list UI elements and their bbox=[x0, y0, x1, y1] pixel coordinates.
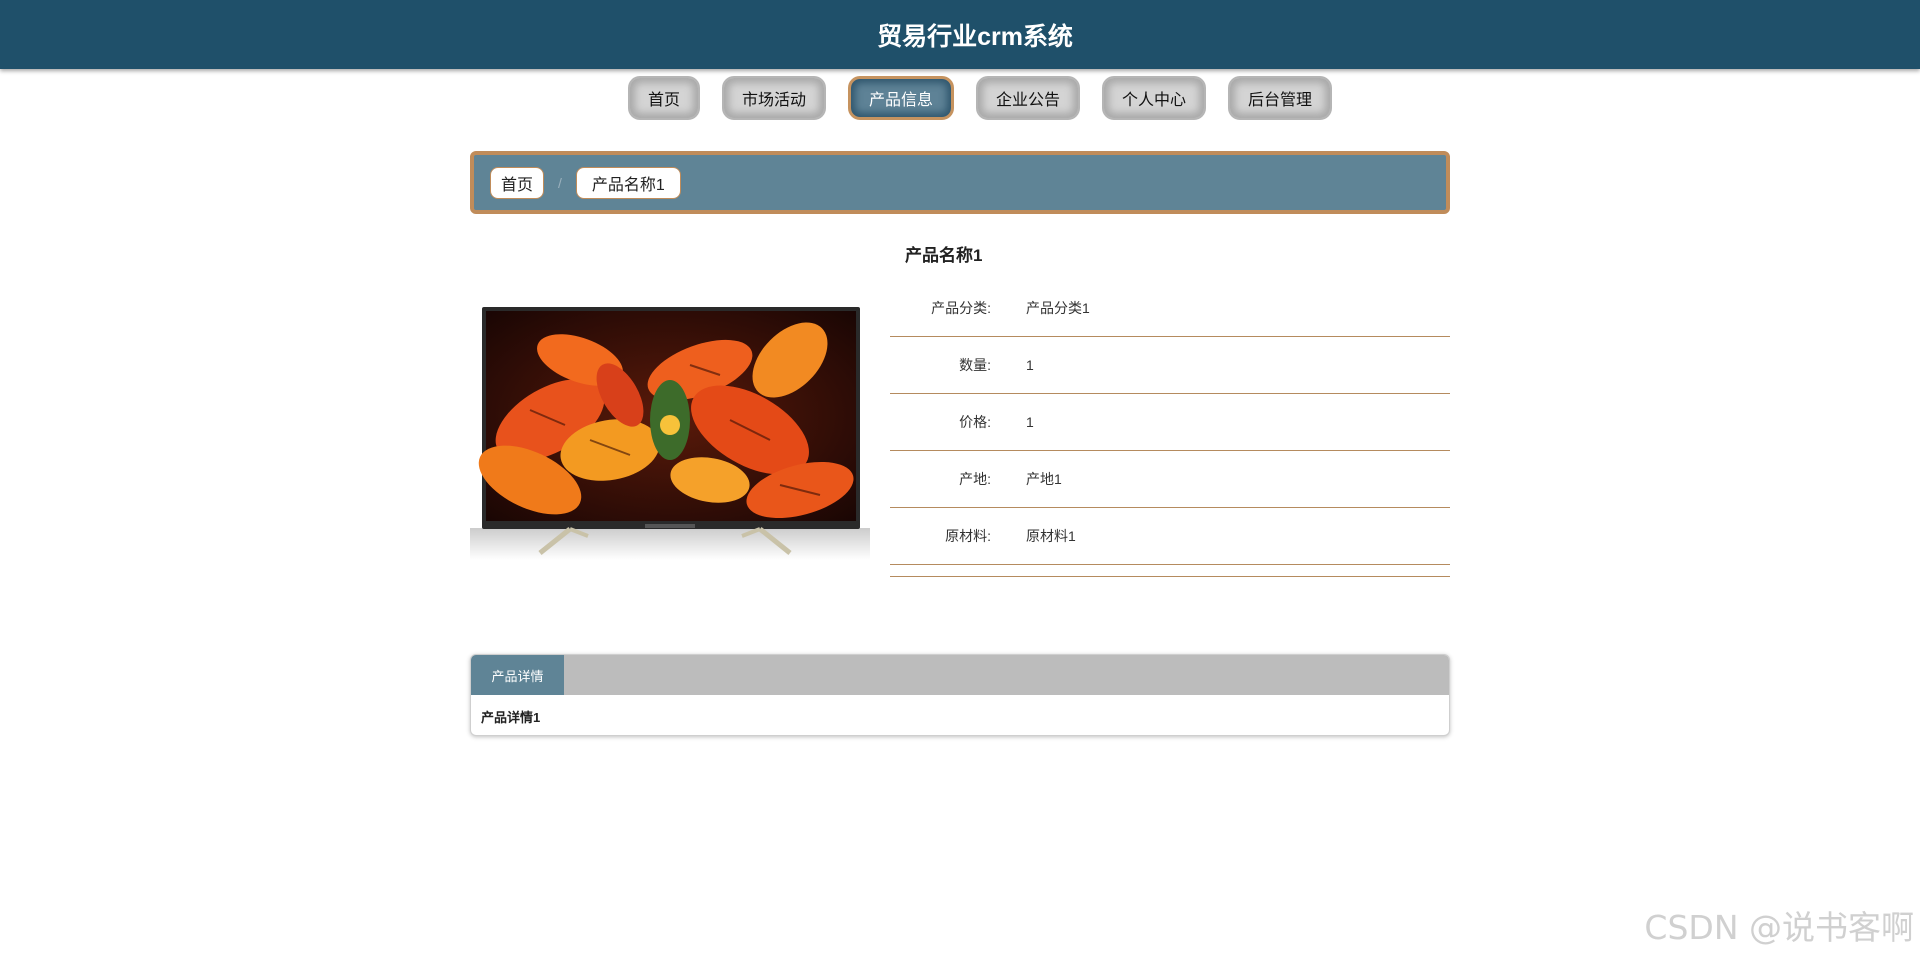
info-divider bbox=[890, 565, 1450, 577]
app-title: 贸易行业crm系统 bbox=[877, 22, 1073, 51]
nav-item-home[interactable]: 首页 bbox=[627, 76, 700, 120]
nav-item-admin[interactable]: 后台管理 bbox=[1228, 76, 1333, 120]
nav-item-announcements[interactable]: 企业公告 bbox=[976, 76, 1081, 120]
category-value: 产品分类1 bbox=[1026, 300, 1090, 316]
breadcrumb: 首页 / 产品名称1 bbox=[470, 151, 1450, 214]
info-row-material: 原材料: 原材料1 bbox=[890, 508, 1450, 565]
price-label: 价格: bbox=[959, 414, 991, 430]
nav-item-market-activity[interactable]: 市场活动 bbox=[721, 76, 826, 120]
category-label: 产品分类: bbox=[931, 300, 991, 316]
watermark: CSDN @说书客啊 bbox=[1644, 908, 1914, 947]
origin-value: 产地1 bbox=[1026, 471, 1062, 487]
info-row-quantity: 数量: 1 bbox=[890, 337, 1450, 394]
quantity-label: 数量: bbox=[959, 357, 991, 373]
price-value: 1 bbox=[1026, 414, 1034, 430]
material-label: 原材料: bbox=[945, 528, 991, 544]
info-row-origin: 产地: 产地1 bbox=[890, 451, 1450, 508]
nav-item-product-info[interactable]: 产品信息 bbox=[847, 76, 954, 120]
nav-item-personal-center[interactable]: 个人中心 bbox=[1102, 76, 1207, 120]
info-row-price: 价格: 1 bbox=[890, 394, 1450, 451]
info-row-category: 产品分类: 产品分类1 bbox=[890, 280, 1450, 337]
tab-product-details[interactable]: 产品详情 bbox=[471, 655, 564, 695]
origin-label: 产地: bbox=[959, 471, 991, 487]
header-bar: 贸易行业crm系统 bbox=[0, 0, 1920, 69]
material-value: 原材料1 bbox=[1026, 528, 1076, 544]
breadcrumb-separator: / bbox=[558, 174, 562, 191]
product-name: 产品名称1 bbox=[905, 246, 983, 265]
details-content: 产品详情1 bbox=[481, 710, 541, 725]
details-panel: 产品详情 产品详情1 bbox=[470, 654, 1450, 736]
breadcrumb-home[interactable]: 首页 bbox=[490, 166, 545, 199]
main-nav: 首页 市场活动 产品信息 企业公告 个人中心 后台管理 bbox=[0, 76, 1920, 125]
quantity-value: 1 bbox=[1026, 357, 1034, 373]
product-image bbox=[470, 300, 870, 560]
details-tab-bar: 产品详情 bbox=[471, 655, 1449, 695]
product-info: 产品名称1 产品分类: 产品分类1 数量: 1 价格: 1 产地: 产地1 原材… bbox=[890, 236, 1450, 577]
breadcrumb-current[interactable]: 产品名称1 bbox=[575, 166, 681, 199]
tv-flower-photo-icon bbox=[470, 307, 870, 560]
